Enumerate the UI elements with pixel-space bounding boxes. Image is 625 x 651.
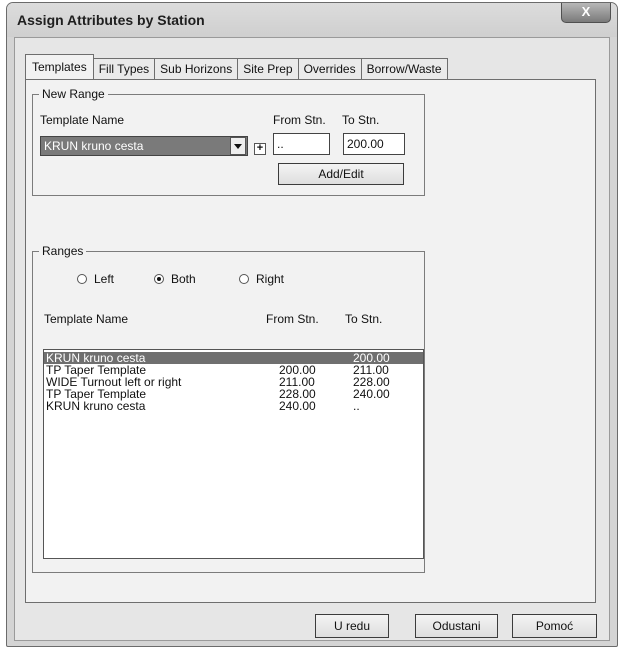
help-button[interactable]: Pomoć [512, 614, 597, 638]
template-name-dropdown[interactable]: KRUN kruno cesta [40, 136, 248, 156]
close-button[interactable]: X [561, 3, 611, 23]
ok-button[interactable]: U redu [315, 614, 389, 638]
template-name-label: Template Name [40, 113, 125, 127]
tab-borrow-waste[interactable]: Borrow/Waste [360, 58, 448, 79]
window-title: Assign Attributes by Station [17, 12, 205, 28]
list-item-from: 240.00 [279, 399, 316, 413]
list-item[interactable]: KRUN kruno cesta 240.00 .. [44, 400, 423, 412]
dialog-window: Assign Attributes by Station X Templates… [6, 2, 618, 647]
column-header-template-name: Template Name [44, 312, 129, 326]
radio-both-label: Both [171, 272, 196, 286]
radio-left-label: Left [94, 272, 115, 286]
cancel-button[interactable]: Odustani [415, 614, 498, 638]
close-icon: X [581, 4, 591, 19]
list-item-name: KRUN kruno cesta [46, 399, 146, 413]
templates-tab-panel: New Range Template Name From Stn. To Stn… [25, 79, 596, 603]
ranges-group: Ranges Left Both Right Template Name Fro… [32, 244, 425, 573]
expand-plus-button[interactable]: + [254, 143, 266, 155]
ranges-legend: Ranges [42, 244, 84, 258]
add-edit-button[interactable]: Add/Edit [278, 163, 404, 185]
to-stn-label: To Stn. [342, 113, 380, 127]
radio-right[interactable]: Right [239, 272, 284, 286]
radio-left-indicator[interactable] [77, 274, 87, 284]
to-stn-input[interactable]: 200.00 [343, 133, 405, 155]
ranges-list[interactable]: KRUN kruno cesta 200.00 TP Taper Templat… [43, 349, 424, 559]
tab-strip: Templates Fill Types Sub Horizons Site P… [25, 54, 448, 79]
dialog-client-area: Templates Fill Types Sub Horizons Site P… [14, 37, 610, 641]
tab-overrides[interactable]: Overrides [297, 58, 362, 79]
tab-fill-types[interactable]: Fill Types [92, 58, 156, 79]
column-header-to-stn: To Stn. [345, 312, 383, 326]
tab-sub-horizons[interactable]: Sub Horizons [154, 58, 239, 79]
column-header-from-stn: From Stn. [266, 312, 319, 326]
radio-right-indicator[interactable] [239, 274, 249, 284]
title-bar[interactable]: Assign Attributes by Station X [7, 3, 617, 37]
new-range-legend: New Range [42, 87, 105, 101]
from-stn-label: From Stn. [273, 113, 326, 127]
list-item-to: .. [353, 399, 360, 413]
from-stn-input[interactable]: .. [273, 133, 330, 155]
radio-both[interactable]: Both [154, 272, 196, 286]
radio-both-indicator[interactable] [154, 274, 164, 284]
radio-left[interactable]: Left [77, 272, 114, 286]
chevron-down-icon[interactable] [230, 137, 246, 155]
tab-templates[interactable]: Templates [25, 54, 94, 79]
new-range-group: New Range Template Name From Stn. To Stn… [32, 87, 425, 196]
radio-right-label: Right [256, 272, 285, 286]
template-name-selected-value: KRUN kruno cesta [44, 139, 144, 153]
tab-site-prep[interactable]: Site Prep [237, 58, 299, 79]
